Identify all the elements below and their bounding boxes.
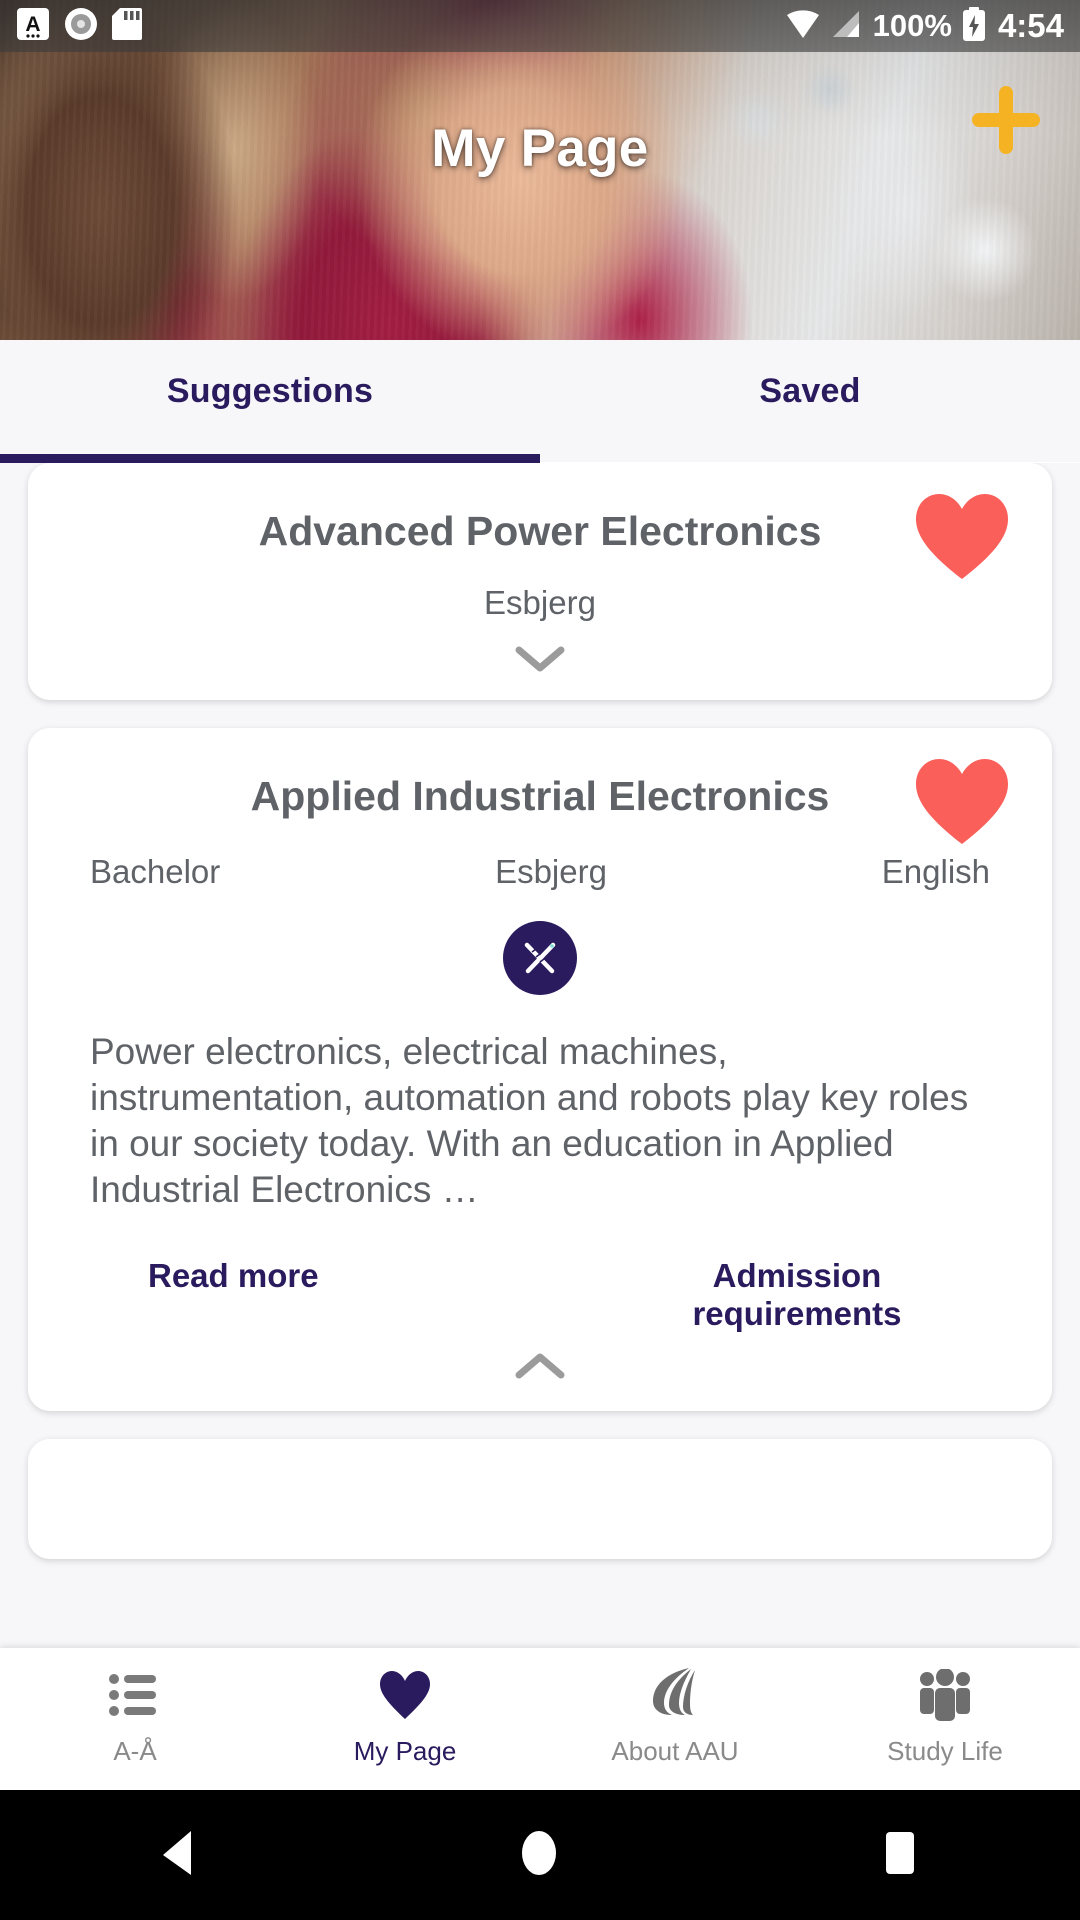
circle-record-icon (64, 7, 98, 46)
battery-charging-icon (962, 6, 986, 46)
favorite-heart-icon[interactable] (912, 756, 1012, 848)
nav-item-study-life[interactable]: Study Life (810, 1648, 1080, 1767)
tab-saved[interactable]: Saved (540, 340, 1080, 462)
tab-bar: Suggestions Saved (0, 340, 1080, 462)
status-bar: A 100% 4:54 (0, 0, 1080, 52)
card-title: Advanced Power Electronics (258, 508, 822, 554)
tab-saved-label: Saved (759, 372, 861, 410)
aau-logo-icon (645, 1664, 705, 1726)
sd-card-icon (112, 7, 142, 46)
bottom-navigation: A-Å My Page About AAU Study Life (0, 1648, 1080, 1790)
tab-active-indicator (0, 454, 540, 463)
ruler-pencil-icon (503, 921, 577, 996)
card-collapse-toggle-chevron-up-icon[interactable] (28, 1333, 1052, 1411)
tab-suggestions[interactable]: Suggestions (0, 340, 540, 462)
nav-item-a-aa[interactable]: A-Å (0, 1648, 270, 1767)
list-icon (108, 1664, 162, 1726)
home-circle-icon[interactable] (514, 1828, 564, 1883)
card-header: Advanced Power Electronics (28, 463, 1052, 579)
program-card-advanced-power-electronics[interactable]: Advanced Power Electronics Esbjerg (28, 463, 1052, 701)
card-header: Applied Industrial Electronics (28, 728, 1052, 845)
card-title: Applied Industrial Electronics (250, 773, 830, 820)
nav-label: About AAU (611, 1736, 739, 1766)
card-location: Esbjerg (495, 853, 607, 891)
card-badge-wrap (28, 921, 1052, 996)
app-screen: My Page A 100% 4:54 Suggestions Saved Ad… (0, 0, 1080, 1920)
nav-item-my-page[interactable]: My Page (270, 1648, 540, 1767)
card-location: Esbjerg (484, 584, 596, 622)
read-more-link[interactable]: Read more (148, 1257, 319, 1295)
svg-text:A: A (25, 13, 40, 36)
nav-label: My Page (353, 1736, 457, 1766)
card-meta-row: Bachelor Esbjerg English (28, 853, 1052, 891)
card-degree: Bachelor (90, 853, 221, 891)
nav-label: Study Life (887, 1736, 1003, 1766)
android-system-nav (0, 1790, 1080, 1920)
back-triangle-icon[interactable] (157, 1829, 201, 1882)
signal-icon (831, 9, 863, 44)
tab-suggestions-label: Suggestions (166, 372, 374, 410)
favorite-heart-icon[interactable] (912, 491, 1012, 583)
app-a-icon: A (16, 7, 50, 46)
heart-icon (378, 1664, 432, 1726)
people-icon (916, 1664, 974, 1726)
card-expand-toggle-chevron-down-icon[interactable] (28, 622, 1052, 700)
nav-item-about-aau[interactable]: About AAU (540, 1648, 810, 1767)
nav-label: A-Å (113, 1736, 157, 1766)
card-description: Power electronics, electrical machines, … (90, 1031, 969, 1210)
program-card-next-partial[interactable] (28, 1438, 1052, 1559)
card-links: Read more Admission requirements (28, 1257, 1052, 1333)
battery-percent-label: 100% (872, 8, 952, 43)
page-title: My Page (431, 119, 649, 178)
wifi-icon (785, 9, 821, 44)
card-language: English (881, 853, 990, 891)
add-icon[interactable] (964, 78, 1048, 162)
recents-square-icon[interactable] (877, 1830, 923, 1881)
program-card-applied-industrial-electronics[interactable]: Applied Industrial Electronics Bachelor … (28, 728, 1052, 1411)
card-list[interactable]: Advanced Power Electronics Esbjerg Appli… (0, 463, 1080, 1648)
admission-requirements-link[interactable]: Admission requirements (662, 1257, 932, 1333)
clock-label: 4:54 (997, 7, 1064, 44)
